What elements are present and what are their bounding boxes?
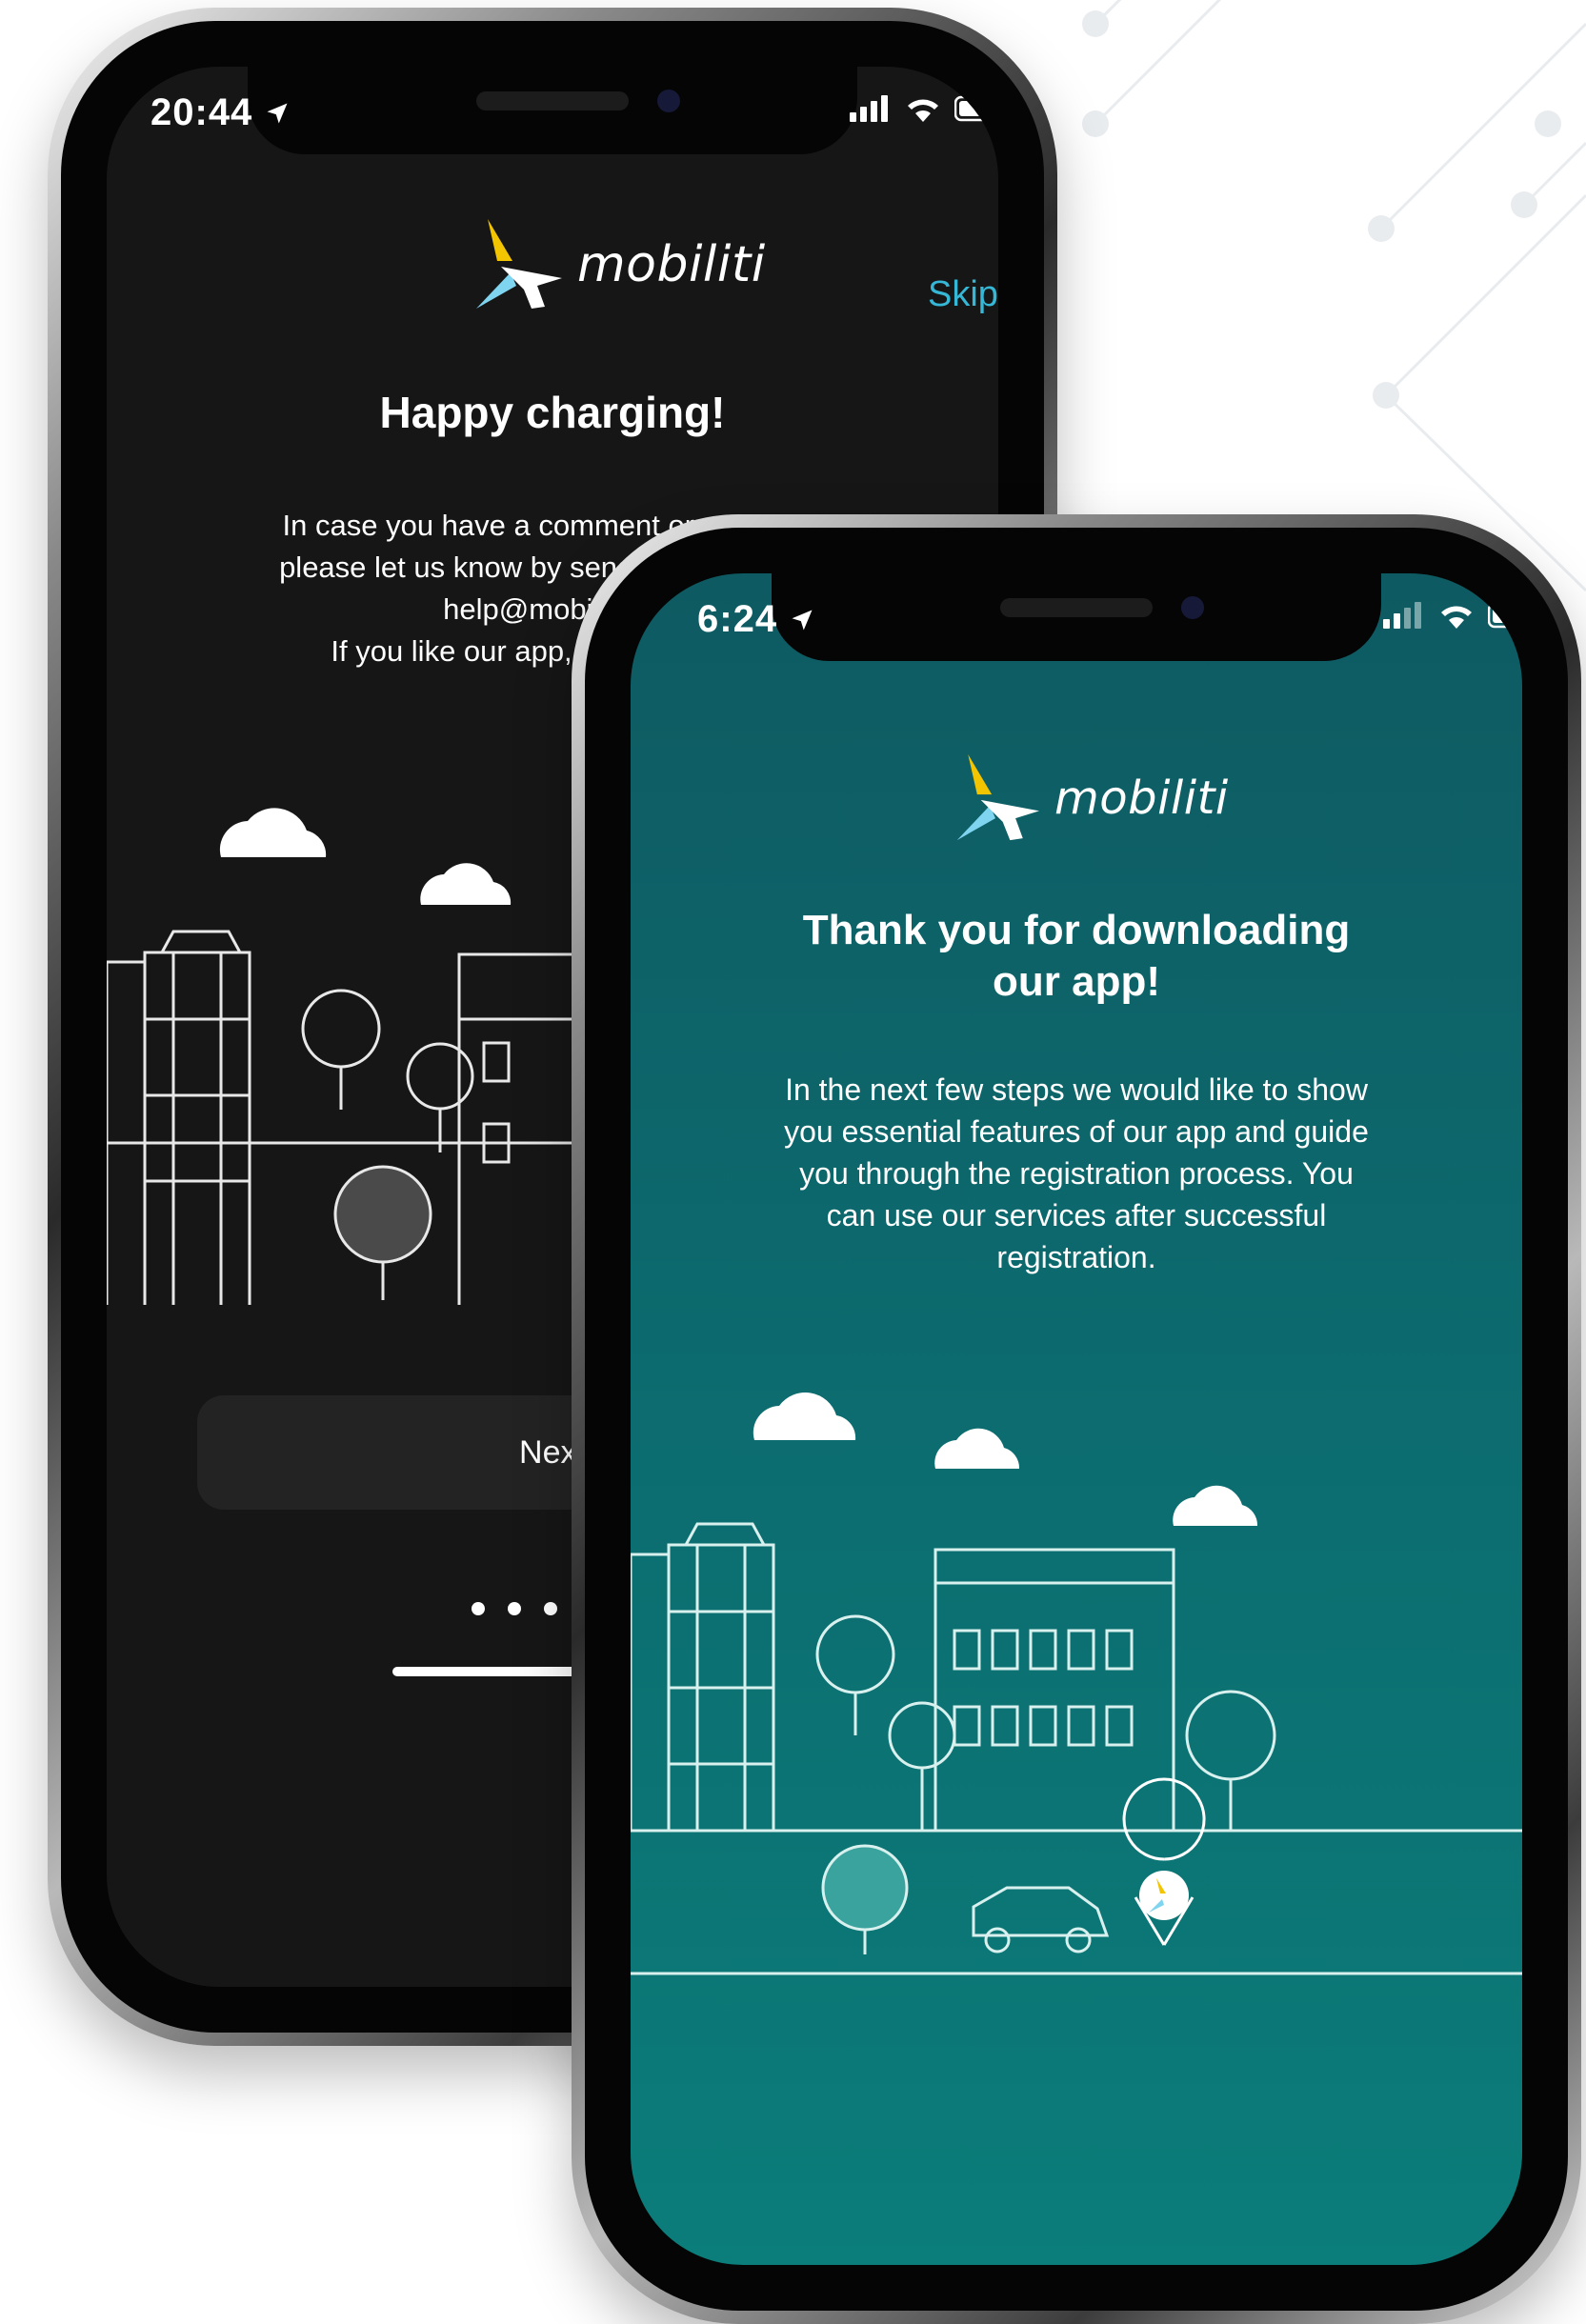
- back-phone-logo: mobiliti: [469, 219, 766, 311]
- message-line: you through the registration process. Yo…: [799, 1156, 1354, 1191]
- message-line: registration.: [996, 1240, 1156, 1274]
- battery-icon: [954, 95, 998, 122]
- back-phone-title: Happy charging!: [379, 388, 726, 437]
- cloud-icon: [753, 1392, 856, 1440]
- location-arrow-icon: [792, 610, 813, 631]
- message-line: can use our services after successful: [826, 1198, 1327, 1232]
- location-arrow-icon: [267, 103, 288, 124]
- wifi-icon: [908, 99, 938, 122]
- message-line: you essential features of our app and gu…: [784, 1114, 1369, 1149]
- status-bar-icons: [1383, 602, 1522, 629]
- title-line: Thank you for downloading: [802, 907, 1351, 953]
- tree-icon: [888, 1701, 956, 1831]
- city-illustration: [631, 1392, 1522, 1954]
- front-camera: [1181, 596, 1204, 619]
- skip-button[interactable]: Skip: [928, 274, 998, 315]
- building: [143, 951, 251, 1305]
- front-camera: [657, 90, 680, 112]
- ground-line: [631, 1972, 1522, 1975]
- signal-icon: [1383, 602, 1421, 629]
- map-pin-icon: [1122, 1777, 1206, 1946]
- tree-icon: [1185, 1690, 1276, 1831]
- brand-name: mobiliti: [1054, 771, 1229, 825]
- battery-icon: [1488, 602, 1522, 629]
- tree-icon: [815, 1614, 895, 1735]
- title-line: our app!: [993, 958, 1160, 1005]
- page-dot[interactable]: [508, 1602, 521, 1615]
- speaker-grille: [476, 91, 629, 110]
- message-line: In the next few steps we would like to s…: [785, 1072, 1368, 1107]
- cloud-icon: [934, 1428, 1020, 1469]
- mobiliti-logo-icon: [476, 219, 562, 309]
- front-phone-title: Thank you for downloading our app!: [631, 905, 1522, 1008]
- signal-icon: [850, 95, 888, 122]
- car-icon: [972, 1886, 1110, 1953]
- front-phone-notch: [772, 573, 1381, 661]
- page-dot[interactable]: [544, 1602, 557, 1615]
- back-phone-notch: [248, 67, 857, 154]
- front-phone: 6:24 mobiliti Thank you for downloading …: [572, 514, 1581, 2324]
- status-bar-time: 20:44: [151, 91, 291, 134]
- cloud-icon: [219, 808, 327, 857]
- cloud-icon: [420, 863, 512, 905]
- brand-name: mobiliti: [577, 236, 766, 293]
- cloud-icon: [1173, 1485, 1258, 1526]
- front-phone-message: In the next few steps we would like to s…: [631, 1069, 1522, 1278]
- front-phone-logo: mobiliti: [950, 754, 1229, 842]
- page-dot[interactable]: [472, 1602, 485, 1615]
- tree-icon: [301, 989, 381, 1110]
- building: [457, 952, 575, 1305]
- mobiliti-logo-icon: [956, 754, 1039, 841]
- wifi-icon: [1441, 606, 1472, 629]
- front-phone-screen: 6:24 mobiliti Thank you for downloading …: [631, 573, 1522, 2265]
- speaker-grille: [1000, 598, 1153, 617]
- tree-icon: [821, 1844, 909, 1954]
- status-bar-time: 6:24: [697, 598, 815, 641]
- status-bar-icons: [850, 95, 998, 122]
